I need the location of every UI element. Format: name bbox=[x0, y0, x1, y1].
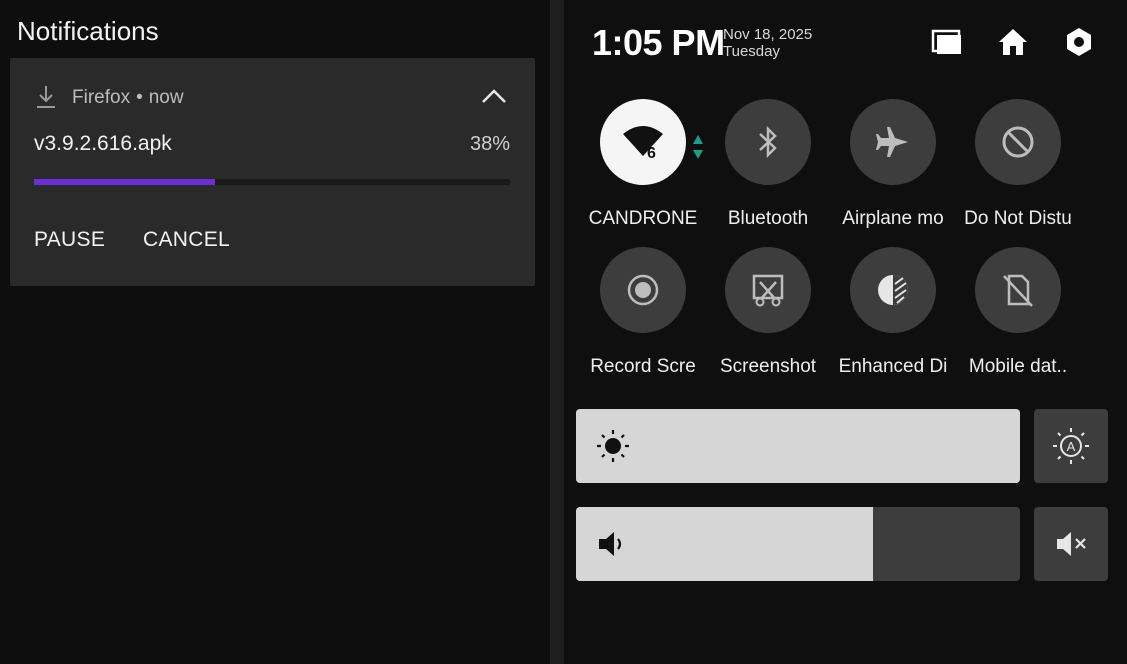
tile-mobile-data[interactable] bbox=[975, 247, 1061, 333]
status-date: Nov 18, 2025 Tuesday bbox=[723, 26, 812, 60]
screenshot-icon bbox=[752, 274, 784, 307]
tile-enhanced-display[interactable] bbox=[850, 247, 936, 333]
download-notification[interactable]: Firefox • now v3.9.2.616.apk 38% PAUSE CAN… bbox=[10, 58, 535, 286]
svg-text:A: A bbox=[1067, 439, 1076, 454]
notification-shade: Notifications Firefox • now v3.9.2.616.apk… bbox=[0, 0, 550, 664]
quick-settings-panel: 1:05 PM Nov 18, 2025 Tuesday 6 CANDRONE … bbox=[564, 0, 1127, 664]
brightness-slider[interactable] bbox=[576, 409, 1020, 483]
cancel-button[interactable]: CANCEL bbox=[143, 228, 230, 252]
tile-label-bluetooth: Bluetooth bbox=[727, 208, 809, 229]
tile-label-record: Record Scre bbox=[590, 356, 696, 377]
tile-airplane-mode[interactable] bbox=[850, 99, 936, 185]
auto-brightness-button[interactable]: A bbox=[1034, 409, 1108, 483]
enhanced-display-icon bbox=[878, 275, 908, 305]
app-name: Firefox bbox=[72, 87, 131, 108]
settings-icon[interactable] bbox=[1062, 26, 1096, 58]
tile-do-not-disturb[interactable] bbox=[975, 99, 1061, 185]
tile-wifi[interactable]: 6 bbox=[600, 99, 686, 185]
pause-button[interactable]: PAUSE bbox=[34, 228, 105, 252]
tile-label-screenshot: Screenshot bbox=[719, 356, 817, 377]
tile-screenshot[interactable] bbox=[725, 247, 811, 333]
home-icon[interactable] bbox=[996, 26, 1030, 58]
tile-label-enhanced: Enhanced Di bbox=[838, 356, 948, 377]
notification-header: Firefox • now bbox=[72, 87, 184, 109]
tile-record-screen[interactable] bbox=[600, 247, 686, 333]
mobile-data-off-icon bbox=[1003, 274, 1033, 307]
tile-bluetooth[interactable] bbox=[725, 99, 811, 185]
status-clock: 1:05 PM bbox=[592, 22, 725, 63]
brightness-slider-fill bbox=[576, 409, 1020, 483]
volume-slider[interactable] bbox=[576, 507, 1020, 581]
wifi-icon: 6 bbox=[623, 126, 663, 162]
mute-button[interactable] bbox=[1034, 507, 1108, 581]
date-line: Nov 18, 2025 bbox=[723, 26, 813, 43]
tile-label-airplane: Airplane mo bbox=[842, 208, 944, 229]
bluetooth-icon bbox=[759, 125, 777, 159]
download-progress-fill bbox=[34, 179, 215, 185]
mute-icon bbox=[1057, 532, 1086, 556]
auto-brightness-icon: A bbox=[1053, 428, 1089, 464]
data-activity-icon bbox=[693, 135, 703, 159]
record-icon bbox=[627, 274, 659, 306]
tile-label-wifi: CANDRONE bbox=[588, 208, 698, 229]
tile-label-mobile-data: Mobile dat.. bbox=[968, 356, 1068, 377]
notification-time: now bbox=[148, 87, 184, 108]
notifications-title: Notifications bbox=[17, 16, 159, 46]
separator-dot: • bbox=[136, 87, 143, 108]
wifi-badge: 6 bbox=[647, 145, 656, 162]
collapse-chevron-icon[interactable] bbox=[480, 85, 508, 107]
download-icon bbox=[37, 86, 55, 108]
panel-divider bbox=[550, 0, 564, 664]
day-line: Tuesday bbox=[723, 43, 780, 60]
download-file-name: v3.9.2.616.apk bbox=[34, 132, 172, 155]
volume-icon bbox=[599, 532, 622, 556]
brightness-icon bbox=[597, 430, 629, 462]
do-not-disturb-icon bbox=[1002, 126, 1034, 158]
tile-label-dnd: Do Not Distu bbox=[964, 208, 1072, 229]
download-progress-bar bbox=[34, 179, 510, 185]
recents-icon[interactable] bbox=[930, 26, 964, 58]
download-percent: 38% bbox=[469, 133, 510, 155]
airplane-icon bbox=[876, 127, 908, 157]
